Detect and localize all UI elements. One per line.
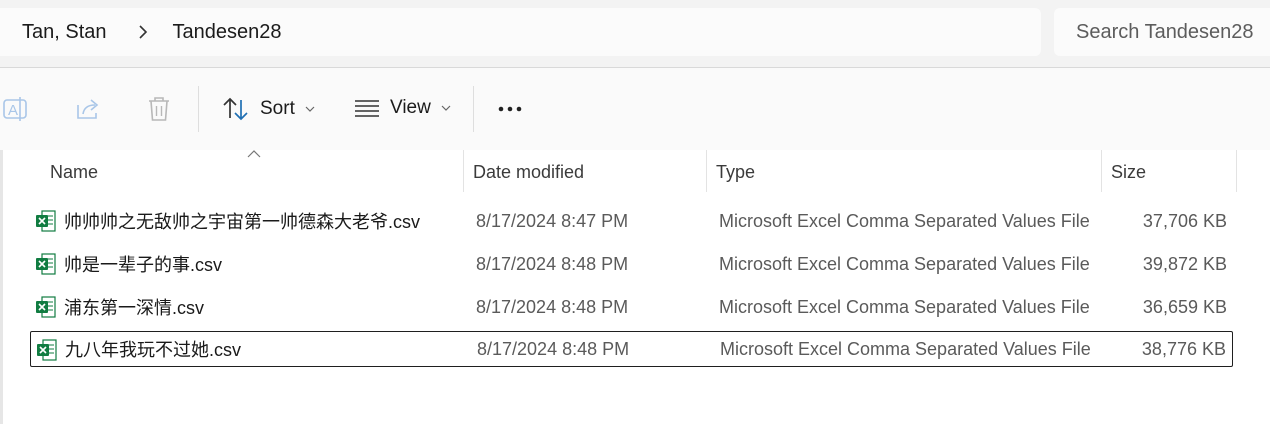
column-divider[interactable] <box>463 150 464 192</box>
column-header-date-modified[interactable]: Date modified <box>473 150 584 194</box>
address-bar[interactable]: Tan, Stan Tandesen28 <box>0 8 1041 56</box>
trash-icon <box>149 97 169 121</box>
sort-button[interactable]: Sort <box>222 96 315 122</box>
chevron-right-icon[interactable] <box>137 25 149 39</box>
delete-button[interactable] <box>146 95 172 123</box>
file-date-modified: 8/17/2024 8:48 PM <box>476 296 629 317</box>
toolbar-divider <box>198 86 199 132</box>
excel-csv-icon <box>36 253 56 275</box>
file-list: Name Date modified Type Size 帅帅帅之无敌帅之宇宙第… <box>0 150 1270 424</box>
view-button[interactable]: View <box>354 96 451 120</box>
file-type: Microsoft Excel Comma Separated Values F… <box>719 210 1090 231</box>
rename-button[interactable]: A <box>2 95 30 123</box>
sort-icon <box>223 97 248 121</box>
column-divider[interactable] <box>1101 150 1102 192</box>
file-row[interactable]: 九八年我玩不过她.csv 8/17/2024 8:48 PM Microsoft… <box>30 331 1233 367</box>
column-divider[interactable] <box>706 150 707 192</box>
share-button[interactable] <box>74 95 102 123</box>
more-options-button[interactable] <box>496 104 526 114</box>
share-icon <box>77 99 99 119</box>
file-size: 37,706 KB <box>1142 210 1227 231</box>
more-icon <box>498 106 522 112</box>
file-type: Microsoft Excel Comma Separated Values F… <box>719 253 1090 274</box>
excel-csv-icon <box>36 210 56 232</box>
chevron-down-icon <box>305 106 315 112</box>
file-row[interactable]: 浦东第一深情.csv 8/17/2024 8:48 PM Microsoft E… <box>30 289 1233 325</box>
file-row[interactable]: 帅是一辈子的事.csv 8/17/2024 8:48 PM Microsoft … <box>30 246 1233 282</box>
rename-icon: A <box>3 97 27 121</box>
file-name: 九八年我玩不过她.csv <box>65 340 242 360</box>
file-size: 38,776 KB <box>1141 338 1226 359</box>
file-row[interactable]: 帅帅帅之无敌帅之宇宙第一帅德森大老爷.csv 8/17/2024 8:47 PM… <box>30 203 1233 239</box>
file-type: Microsoft Excel Comma Separated Values F… <box>720 338 1091 359</box>
column-header-name[interactable]: Name <box>50 150 98 194</box>
breadcrumb-item-tan-stan[interactable]: Tan, Stan <box>22 21 107 44</box>
chevron-down-icon <box>441 105 451 111</box>
file-date-modified: 8/17/2024 8:47 PM <box>476 210 629 231</box>
file-type: Microsoft Excel Comma Separated Values F… <box>719 296 1090 317</box>
file-date-modified: 8/17/2024 8:48 PM <box>476 253 629 274</box>
file-size: 39,872 KB <box>1142 253 1227 274</box>
file-date-modified: 8/17/2024 8:48 PM <box>477 338 630 359</box>
excel-csv-icon <box>36 296 56 318</box>
file-size: 36,659 KB <box>1142 296 1227 317</box>
sort-label: Sort <box>260 98 295 119</box>
view-lines-icon <box>355 100 379 117</box>
column-divider[interactable] <box>1236 150 1237 192</box>
file-name: 浦东第一深情.csv <box>64 298 205 318</box>
view-label: View <box>390 97 431 118</box>
file-name: 帅帅帅之无敌帅之宇宙第一帅德森大老爷.csv <box>64 212 420 232</box>
excel-csv-icon <box>37 339 57 361</box>
search-input[interactable]: Search Tandesen28 <box>1054 8 1270 56</box>
search-placeholder: Search Tandesen28 <box>1076 20 1254 43</box>
sort-ascending-icon <box>247 150 261 158</box>
column-header-size[interactable]: Size <box>1111 150 1146 194</box>
svg-text:A: A <box>8 102 18 119</box>
command-bar: A Sort View <box>0 67 1270 151</box>
toolbar-divider <box>473 86 474 132</box>
file-name: 帅是一辈子的事.csv <box>64 255 223 275</box>
breadcrumb-item-tandesen28[interactable]: Tandesen28 <box>173 21 282 44</box>
column-header-type[interactable]: Type <box>716 150 755 194</box>
